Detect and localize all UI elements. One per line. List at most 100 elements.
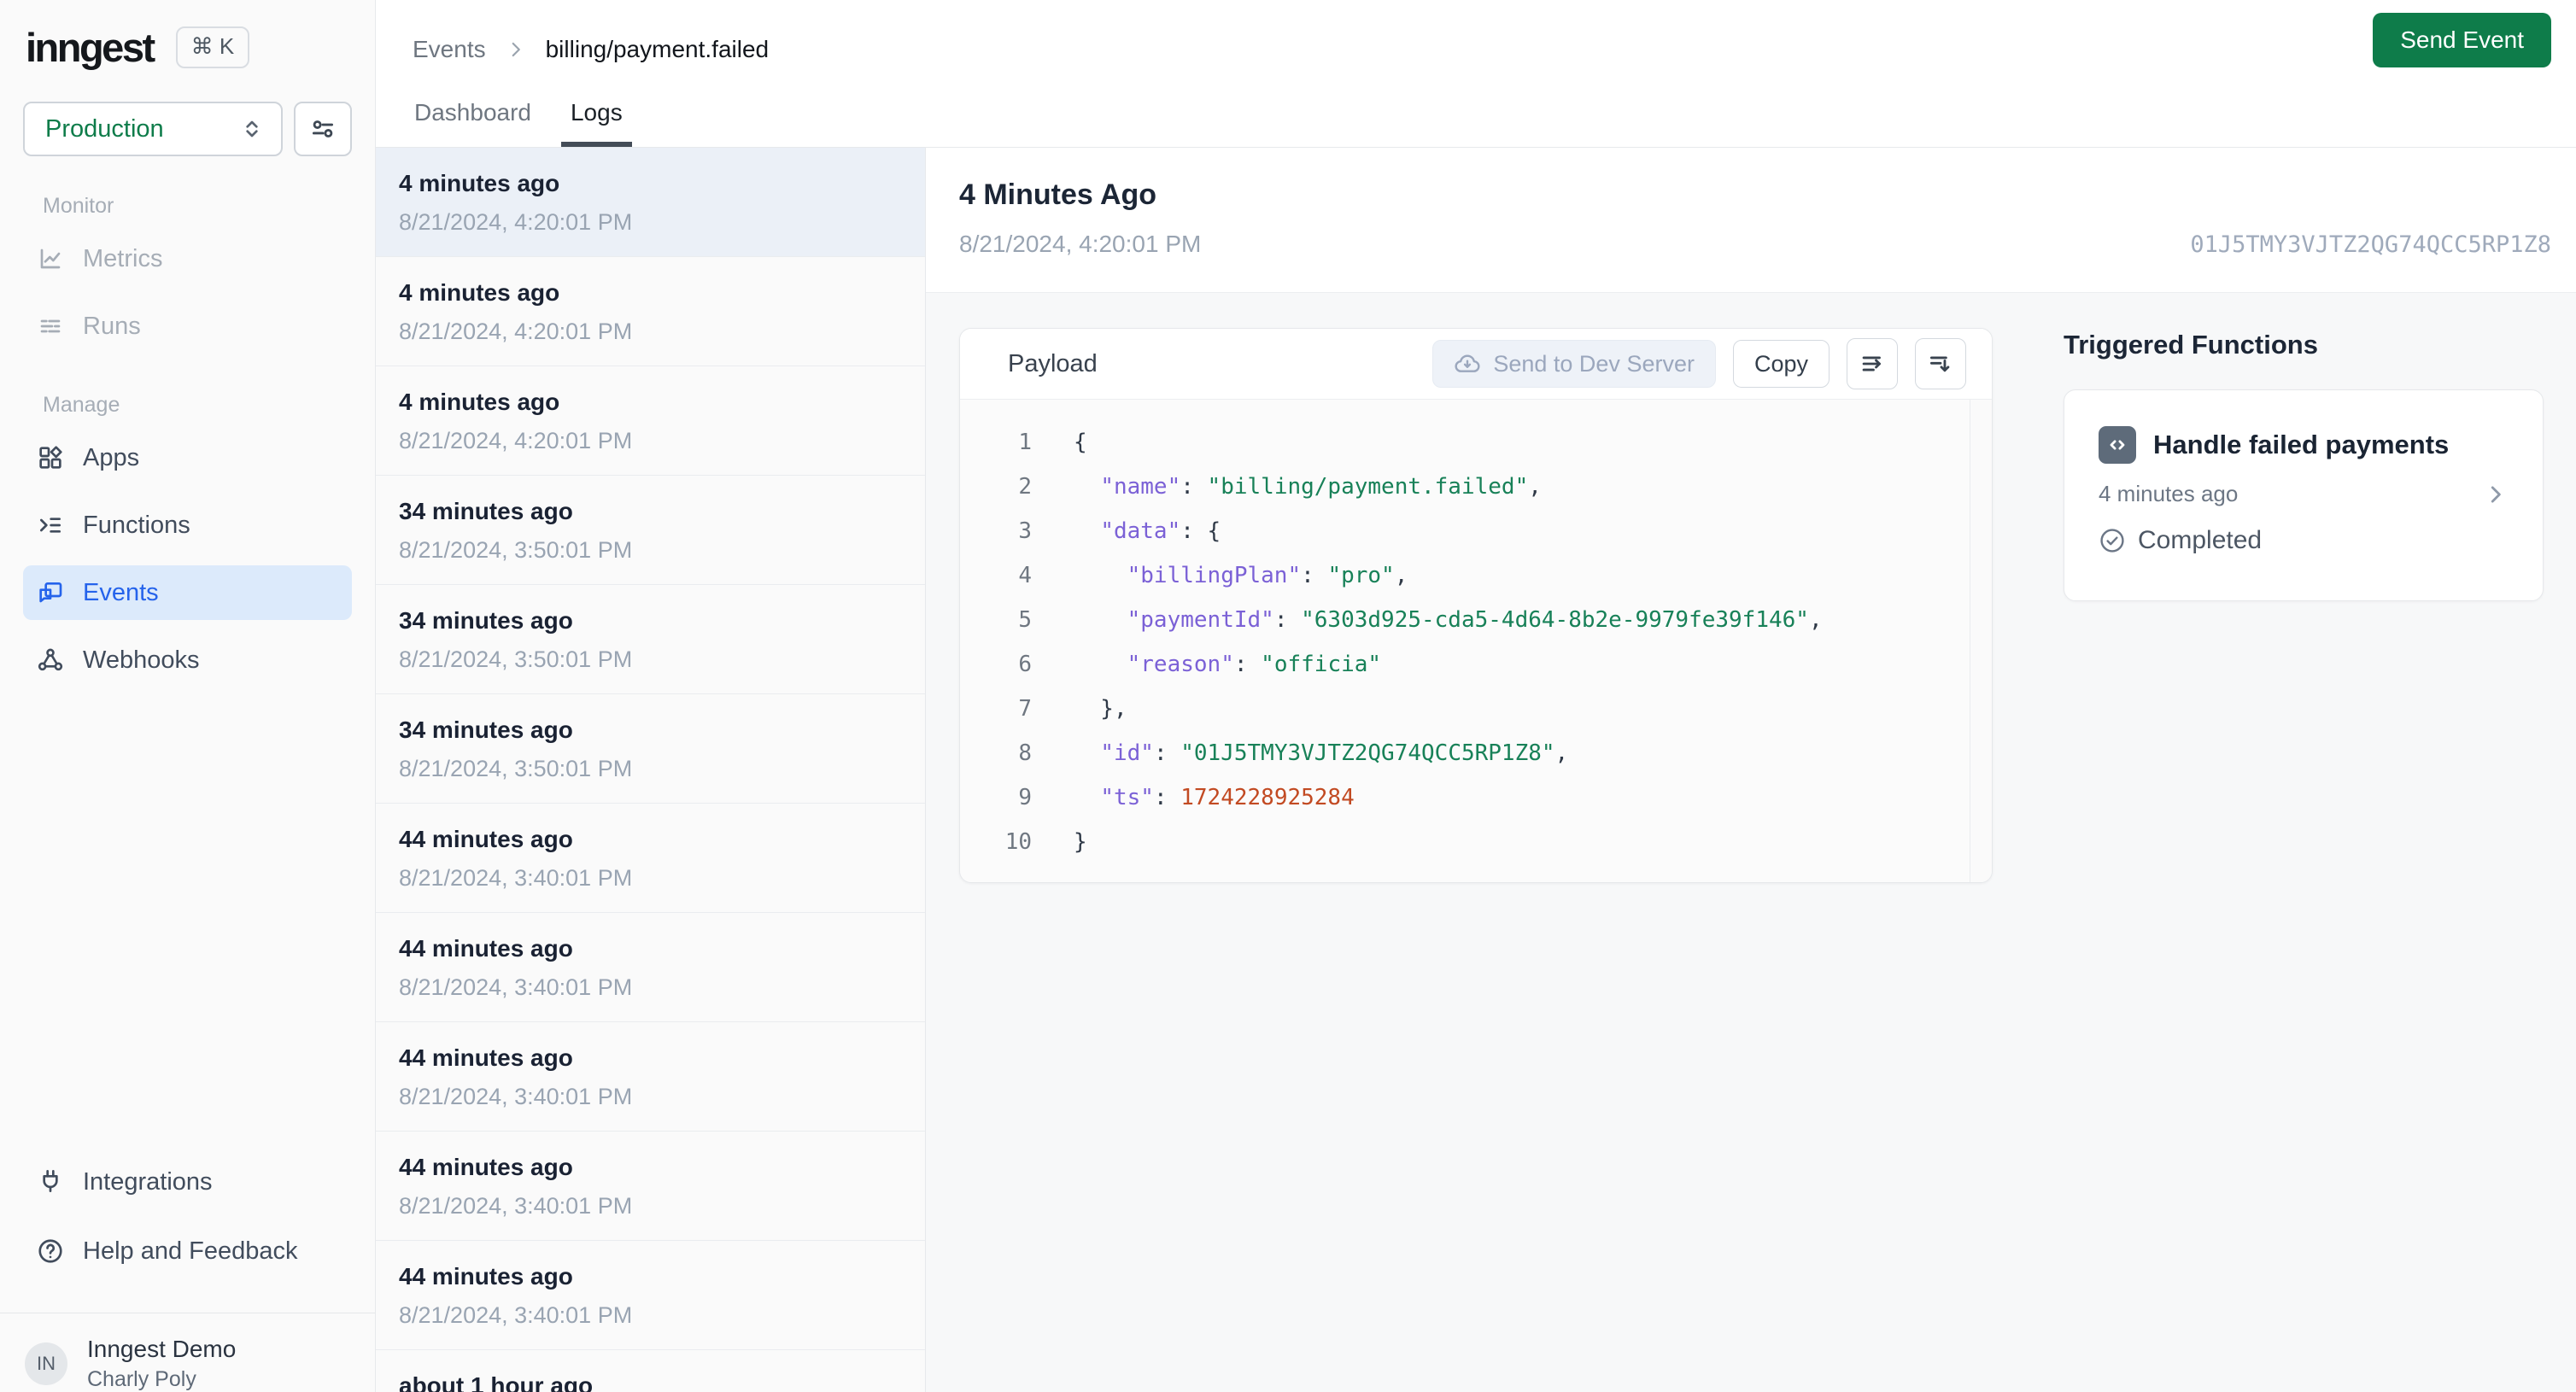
event-list-item[interactable]: 44 minutes ago 8/21/2024, 3:40:01 PM (376, 1241, 925, 1350)
triggered-functions: Triggered Functions Handle failed paymen… (2064, 328, 2544, 601)
topbar: Events billing/payment.failed Send Event… (376, 0, 2576, 148)
sidebar-item-label: Apps (83, 443, 140, 471)
code-line: 8 "id": "01J5TMY3VJTZ2QG74QCC5RP1Z8", (1018, 740, 1569, 766)
sidebar-item-label: Functions (83, 511, 190, 539)
event-list-item[interactable]: 4 minutes ago 8/21/2024, 4:20:01 PM (376, 366, 925, 476)
send-event-button[interactable]: Send Event (2373, 13, 2551, 67)
pull-down-icon (1926, 349, 1955, 378)
plug-icon (37, 1168, 64, 1196)
detail-timestamp: 8/21/2024, 4:20:01 PM (959, 231, 1202, 257)
section-label-manage: Manage (43, 393, 120, 417)
event-list-item[interactable]: about 1 hour ago (376, 1350, 925, 1392)
section-label-monitor: Monitor (43, 194, 114, 218)
logo-row: inngest ⌘ K (0, 0, 375, 71)
sidebar-item-integrations[interactable]: Integrations (23, 1155, 352, 1209)
event-list-item[interactable]: 44 minutes ago 8/21/2024, 3:40:01 PM (376, 913, 925, 1022)
tabs: Dashboard Logs (376, 99, 2576, 147)
help-circle-icon (37, 1237, 64, 1265)
sidebar-item-metrics[interactable]: Metrics (23, 231, 352, 286)
event-item-timestamp: 8/21/2024, 3:50:01 PM (399, 756, 633, 781)
payload-code: 1{2 "name": "billing/payment.failed", 3 "… (960, 420, 1992, 864)
code-line: 1{ (1018, 430, 1087, 455)
event-item-title: 34 minutes ago (399, 498, 573, 524)
sidebar-footer: Integrations Help and Feedback IN Innges… (0, 1155, 375, 1392)
sidebar-nav: Monitor Metrics Runs Manage Apps Functio… (0, 156, 375, 687)
event-item-timestamp: 8/21/2024, 3:40:01 PM (399, 974, 633, 1000)
sidebar-item-label: Metrics (83, 244, 163, 272)
breadcrumb-current: billing/payment.failed (545, 36, 770, 62)
wrap-text-icon (1858, 349, 1887, 378)
user-subtitle: Charly Poly (87, 1367, 196, 1391)
detail-panel: 4 Minutes Ago 8/21/2024, 4:20:01 PM 01J5… (926, 148, 2576, 1392)
sidebar-item-label: Help and Feedback (83, 1237, 298, 1265)
sliders-icon (308, 114, 337, 143)
wrap-lines-button[interactable] (1847, 338, 1898, 389)
command-k-label: ⌘ K (190, 33, 235, 59)
breadcrumb-events[interactable]: Events (413, 36, 486, 63)
event-item-timestamp: 8/21/2024, 3:40:01 PM (399, 865, 633, 891)
main-column: Events billing/payment.failed Send Event… (376, 0, 2576, 1392)
code-scrollbar[interactable] (1970, 400, 1992, 882)
events-icon (37, 579, 64, 606)
environment-label: Production (45, 114, 164, 143)
detail-header: 4 Minutes Ago 8/21/2024, 4:20:01 PM 01J5… (926, 148, 2576, 293)
event-item-timestamp: 8/21/2024, 3:40:01 PM (399, 1084, 633, 1109)
functions-list-icon (37, 512, 64, 539)
tab-logs[interactable]: Logs (560, 99, 632, 147)
sidebar-item-help[interactable]: Help and Feedback (23, 1224, 352, 1278)
send-to-dev-server-button[interactable]: Send to Dev Server (1432, 340, 1716, 388)
event-list-item[interactable]: 44 minutes ago 8/21/2024, 3:40:01 PM (376, 1022, 925, 1132)
triggered-function-card[interactable]: Handle failed payments 4 minutes ago Com… (2064, 389, 2544, 601)
sidebar-item-webhooks[interactable]: Webhooks (23, 633, 352, 687)
payload-card: Payload Send to Dev Server Copy 1 {2 "n… (959, 328, 1993, 883)
sidebar-item-events[interactable]: Events (23, 565, 352, 620)
code-line: 2 "name": "billing/payment.failed", (1018, 474, 1542, 500)
triggered-functions-title: Triggered Functions (2064, 330, 2318, 360)
event-list-item[interactable]: 4 minutes ago 8/21/2024, 4:20:01 PM (376, 257, 925, 366)
tab-dashboard[interactable]: Dashboard (405, 99, 541, 147)
collapse-lines-button[interactable] (1915, 338, 1966, 389)
payload-body: 1{2 "name": "billing/payment.failed", 3 "… (960, 400, 1992, 882)
command-k-shortcut[interactable]: ⌘ K (175, 26, 250, 68)
code-line: 6 "reason": "officia" (1018, 652, 1382, 677)
function-code-icon (2099, 426, 2136, 464)
code-line: 4 "billingPlan": "pro", (1018, 563, 1408, 588)
environment-row: Production (0, 102, 375, 156)
chevron-right-icon (2483, 482, 2509, 507)
sidebar-item-runs[interactable]: Runs (23, 299, 352, 354)
event-item-title: 4 minutes ago (399, 170, 560, 196)
event-list-item[interactable]: 4 minutes ago 8/21/2024, 4:20:01 PM (376, 148, 925, 257)
chevron-updown-icon (238, 115, 266, 143)
sidebar-item-apps[interactable]: Apps (23, 430, 352, 485)
function-name: Handle failed payments (2153, 430, 2450, 459)
event-item-title: 44 minutes ago (399, 1263, 573, 1290)
event-item-title: 44 minutes ago (399, 935, 573, 962)
event-item-title: 34 minutes ago (399, 716, 573, 743)
sidebar-item-label: Events (83, 578, 159, 606)
user-profile[interactable]: IN Inngest Demo Charly Poly (0, 1313, 375, 1392)
app-root: inngest ⌘ K Production Monitor Metrics R… (0, 0, 2576, 1392)
event-item-title: 4 minutes ago (399, 389, 560, 415)
sidebar-item-functions[interactable]: Functions (23, 498, 352, 553)
event-item-title: 4 minutes ago (399, 279, 560, 306)
event-list-item[interactable]: 44 minutes ago 8/21/2024, 3:40:01 PM (376, 804, 925, 913)
environment-filter-button[interactable] (294, 102, 352, 156)
event-list[interactable]: 4 minutes ago 8/21/2024, 4:20:01 PM 4 mi… (376, 148, 926, 1392)
sidebar-item-label: Runs (83, 312, 141, 340)
copy-button[interactable]: Copy (1732, 340, 1830, 388)
event-list-item[interactable]: 34 minutes ago 8/21/2024, 3:50:01 PM (376, 476, 925, 585)
event-list-item[interactable]: 44 minutes ago 8/21/2024, 3:40:01 PM (376, 1132, 925, 1241)
payload-header: Payload Send to Dev Server Copy (960, 329, 1992, 400)
event-item-title: 44 minutes ago (399, 1044, 573, 1071)
event-item-timestamp: 8/21/2024, 3:50:01 PM (399, 646, 633, 672)
check-circle-icon (2099, 527, 2126, 554)
code-line: 5 "paymentId": "6303d925-cda5-4d64-8b2e-… (1018, 607, 1823, 633)
send-to-dev-server-label: Send to Dev Server (1493, 350, 1695, 377)
sidebar: inngest ⌘ K Production Monitor Metrics R… (0, 0, 376, 1392)
event-item-timestamp: 8/21/2024, 4:20:01 PM (399, 428, 633, 453)
environment-selector[interactable]: Production (23, 102, 283, 156)
runs-list-icon (37, 313, 64, 340)
inngest-logo[interactable]: inngest (26, 24, 155, 71)
event-list-item[interactable]: 34 minutes ago 8/21/2024, 3:50:01 PM (376, 694, 925, 804)
event-list-item[interactable]: 34 minutes ago 8/21/2024, 3:50:01 PM (376, 585, 925, 694)
